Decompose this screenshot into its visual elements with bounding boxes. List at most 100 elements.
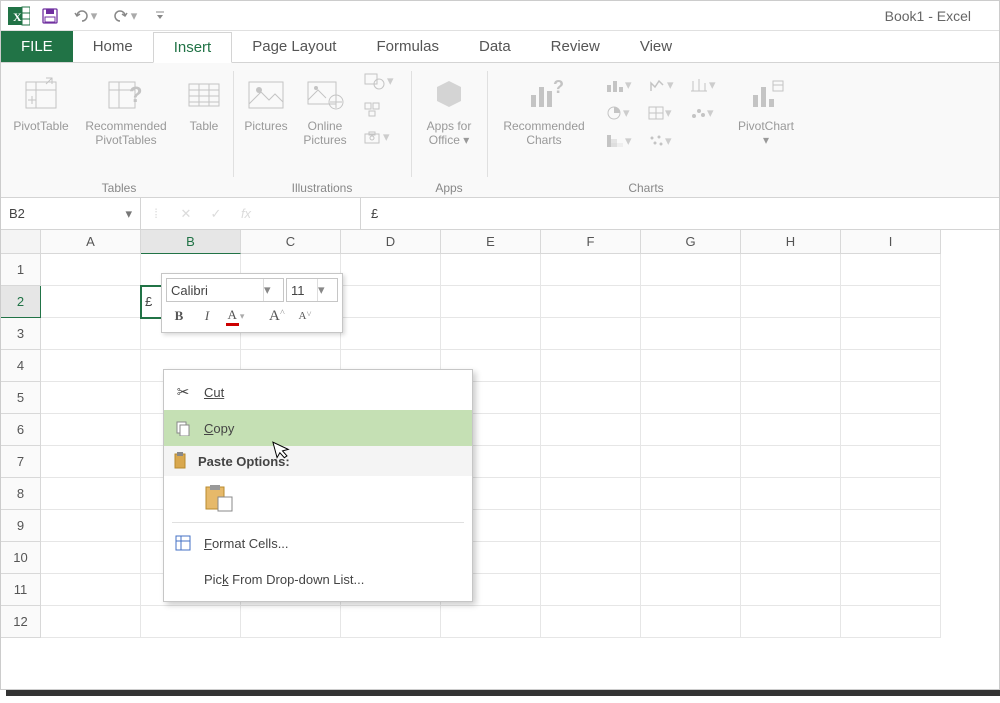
row-header[interactable]: 8: [1, 478, 41, 510]
tab-view[interactable]: View: [620, 31, 692, 62]
formula-input[interactable]: £: [361, 198, 999, 229]
row-headers: 1 2 3 4 5 6 7 8 9 10 11 12: [1, 254, 41, 638]
shapes-button[interactable]: ▾: [357, 67, 405, 95]
document-title: Book1 - Excel: [175, 8, 999, 24]
line-chart-button[interactable]: ▾: [599, 127, 641, 155]
col-header[interactable]: G: [641, 230, 741, 254]
select-all-corner[interactable]: [1, 230, 41, 254]
group-apps: Apps for Office ▾ Apps: [411, 67, 487, 197]
svg-text:?: ?: [553, 77, 563, 97]
formula-bar: B2 ▾ ⁞ ✕ ✓ fx £: [1, 198, 999, 230]
copy-icon: [172, 420, 194, 436]
screenshot-button[interactable]: ▾: [357, 123, 405, 151]
pictures-button[interactable]: Pictures: [239, 67, 293, 172]
col-header[interactable]: D: [341, 230, 441, 254]
illustrations-small-buttons: ▾ ▾: [357, 67, 405, 151]
row-header[interactable]: 4: [1, 350, 41, 382]
cancel-formula-button[interactable]: ✕: [171, 206, 201, 222]
menu-separator: [172, 522, 464, 523]
pivot-chart-button[interactable]: PivotChart▾: [733, 67, 799, 172]
hierarchy-chart-button[interactable]: ▾: [641, 99, 683, 127]
enter-formula-button[interactable]: ✓: [201, 206, 231, 222]
recommended-pivot-button[interactable]: ? Recommended PivotTables: [75, 67, 177, 172]
tab-home[interactable]: Home: [73, 31, 153, 62]
pivot-table-button[interactable]: PivotTable: [11, 67, 71, 172]
bar-chart-button[interactable]: ▾: [641, 71, 683, 99]
stock-chart-button[interactable]: ▾: [683, 71, 725, 99]
ribbon-tabs: FILE Home Insert Page Layout Formulas Da…: [1, 31, 999, 63]
row-header[interactable]: 12: [1, 606, 41, 638]
apps-for-office-button[interactable]: Apps for Office ▾: [417, 67, 481, 172]
row-header[interactable]: 2: [1, 286, 41, 318]
col-header[interactable]: B: [141, 230, 241, 254]
row-header[interactable]: 1: [1, 254, 41, 286]
pie-chart-button[interactable]: ▾: [599, 99, 641, 127]
row-header[interactable]: 6: [1, 414, 41, 446]
undo-button[interactable]: ▾: [65, 2, 105, 30]
paste-button[interactable]: [204, 483, 234, 513]
col-header[interactable]: F: [541, 230, 641, 254]
group-tables: PivotTable ? Recommended PivotTables Tab…: [5, 67, 233, 197]
tab-insert[interactable]: Insert: [153, 32, 233, 63]
column-headers: A B C D E F G H I: [41, 230, 999, 254]
table-button[interactable]: Table: [181, 67, 227, 172]
online-pictures-button[interactable]: Online Pictures: [297, 67, 353, 172]
tab-page-layout[interactable]: Page Layout: [232, 31, 356, 62]
row-header[interactable]: 11: [1, 574, 41, 606]
smartart-button[interactable]: [357, 95, 405, 123]
mini-toolbar: Calibri ▾ 11 ▾ B I A▾ A˄ A˅: [161, 273, 343, 333]
format-cells-icon: [172, 535, 194, 551]
col-header[interactable]: C: [241, 230, 341, 254]
font-name-input[interactable]: Calibri ▾: [166, 278, 284, 302]
chevron-down-icon[interactable]: ▾: [263, 279, 279, 301]
menu-cut[interactable]: ✂ Cut: [164, 374, 472, 410]
ribbon: PivotTable ? Recommended PivotTables Tab…: [1, 63, 999, 198]
group-charts: ? Recommended Charts ▾ ▾ ▾ ▾ ▾ ▾: [487, 67, 805, 197]
name-box[interactable]: B2 ▾: [1, 198, 141, 229]
spreadsheet-grid[interactable]: A B C D E F G H I 1 2 3 4 5 6 7 8 9 10: [1, 230, 999, 670]
col-header[interactable]: H: [741, 230, 841, 254]
menu-copy[interactable]: Copy: [164, 410, 472, 446]
save-button[interactable]: [35, 2, 65, 30]
fx-button[interactable]: fx: [231, 206, 261, 221]
combo-chart-button[interactable]: ▾: [683, 99, 725, 127]
excel-app-icon: X: [5, 2, 33, 30]
menu-format-cells[interactable]: Format Cells...: [164, 525, 472, 561]
insert-function-btn-1[interactable]: ⁞: [141, 206, 171, 221]
italic-button[interactable]: I: [194, 304, 220, 328]
shrink-font-button[interactable]: A˅: [292, 304, 318, 328]
grow-font-button[interactable]: A˄: [264, 304, 290, 328]
row-header[interactable]: 10: [1, 542, 41, 574]
title-bar: X ▾ ▾ Book1 - Excel: [1, 1, 999, 31]
col-header[interactable]: E: [441, 230, 541, 254]
row-header[interactable]: 3: [1, 318, 41, 350]
svg-text:?: ?: [129, 82, 142, 107]
recommended-charts-button[interactable]: ? Recommended Charts: [493, 67, 595, 172]
chevron-down-icon[interactable]: ▾: [317, 279, 333, 301]
col-header[interactable]: A: [41, 230, 141, 254]
qat-customize-button[interactable]: [145, 2, 175, 30]
context-menu: ✂ Cut Copy Paste Options: Format Cells.: [163, 369, 473, 602]
row-header[interactable]: 9: [1, 510, 41, 542]
menu-paste-options-header: Paste Options:: [164, 446, 472, 476]
row-header[interactable]: 5: [1, 382, 41, 414]
column-chart-button[interactable]: ▾: [599, 71, 641, 99]
tab-formulas[interactable]: Formulas: [356, 31, 459, 62]
tab-review[interactable]: Review: [531, 31, 620, 62]
font-color-button[interactable]: A▾: [222, 304, 248, 328]
menu-pick-from-list[interactable]: Pick From Drop-down List...: [164, 561, 472, 597]
bold-button[interactable]: B: [166, 304, 192, 328]
font-size-input[interactable]: 11 ▾: [286, 278, 338, 302]
quick-access-toolbar: ▾ ▾: [35, 2, 175, 30]
tab-file[interactable]: FILE: [1, 31, 73, 62]
group-illustrations: Pictures Online Pictures ▾ ▾ Illustratio…: [233, 67, 411, 197]
redo-button[interactable]: ▾: [105, 2, 145, 30]
tab-data[interactable]: Data: [459, 31, 531, 62]
name-box-dropdown-icon[interactable]: ▾: [125, 206, 132, 222]
excel-window: X ▾ ▾ Book1 - Excel FILE Home Insert Pag…: [0, 0, 1000, 690]
clipboard-icon: [172, 452, 188, 470]
row-header[interactable]: 7: [1, 446, 41, 478]
col-header[interactable]: I: [841, 230, 941, 254]
scatter-chart-button[interactable]: ▾: [641, 127, 683, 155]
scissors-icon: ✂: [172, 383, 194, 401]
